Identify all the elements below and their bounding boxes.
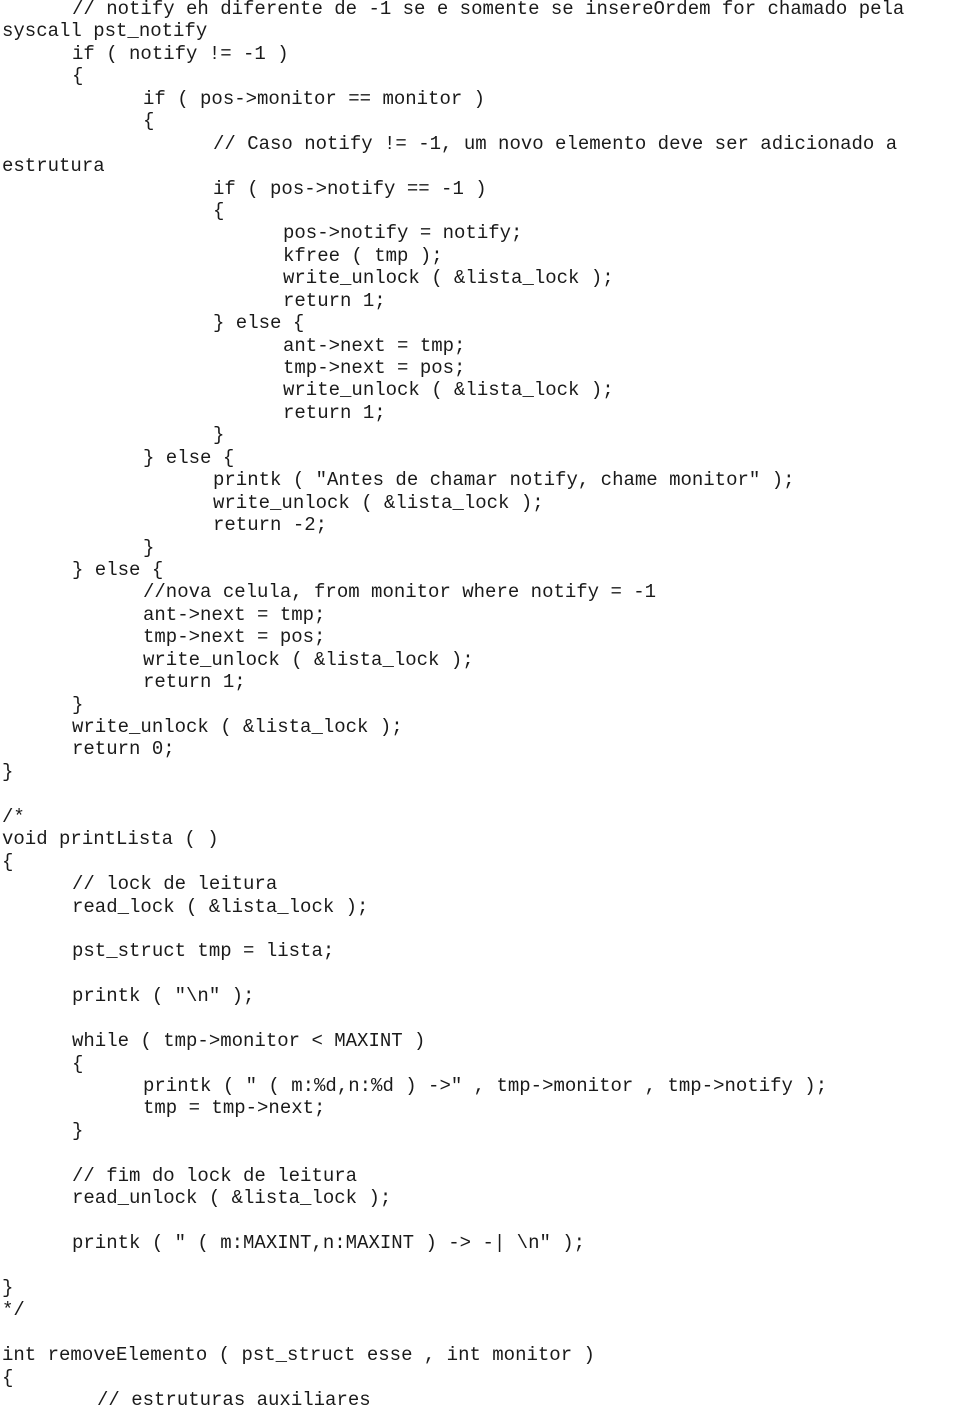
code-line: } xyxy=(143,536,155,559)
code-line: } else { xyxy=(72,558,164,581)
code-line: { xyxy=(72,1052,84,1075)
code-line: return 1; xyxy=(283,401,386,424)
code-line: printk ( " ( m:MAXINT,n:MAXINT ) -> -| \… xyxy=(72,1232,586,1255)
code-line: { xyxy=(143,110,155,133)
code-line: return 1; xyxy=(283,289,386,312)
code-line: write_unlock ( &lista_lock ); xyxy=(213,491,544,514)
code-line: void printLista ( ) xyxy=(2,828,219,851)
code-line: } else { xyxy=(143,446,235,469)
code-line: pst_struct tmp = lista; xyxy=(72,940,335,963)
code-line: } xyxy=(213,424,225,447)
code-line: } xyxy=(2,760,14,783)
code-line: // Caso notify != -1, um novo elemento d… xyxy=(213,132,898,155)
code-line: // fim do lock de leitura xyxy=(72,1164,358,1187)
code-line: } else { xyxy=(213,312,305,335)
code-line: write_unlock ( &lista_lock ); xyxy=(283,379,614,402)
code-line: tmp = tmp->next; xyxy=(143,1097,326,1120)
code-line: if ( notify != -1 ) xyxy=(72,42,289,65)
code-line: printk ( " ( m:%d,n:%d ) ->" , tmp->moni… xyxy=(143,1075,828,1097)
code-line: } xyxy=(72,693,84,716)
code-line: write_unlock ( &lista_lock ); xyxy=(283,267,614,290)
code-line: return 0; xyxy=(72,738,175,761)
code-line: syscall pst_notify xyxy=(2,20,208,43)
code-line: tmp->next = pos; xyxy=(143,626,326,649)
code-line: estrutura xyxy=(2,155,105,178)
code-line: { xyxy=(2,1366,14,1389)
code-line: return -2; xyxy=(213,514,328,537)
code-line: return 1; xyxy=(143,671,246,694)
code-line: write_unlock ( &lista_lock ); xyxy=(72,716,403,738)
code-line: kfree ( tmp ); xyxy=(283,244,443,267)
code-line: { xyxy=(2,850,14,873)
code-line: int removeElemento ( pst_struct esse , i… xyxy=(2,1344,595,1367)
code-line: pos->notify = notify; xyxy=(283,222,523,245)
code-line: //nova celula, from monitor where notify… xyxy=(143,581,657,604)
code-line: printk ( "Antes de chamar notify, chame … xyxy=(213,469,795,492)
code-line: { xyxy=(213,199,225,222)
code-line: } xyxy=(72,1119,84,1142)
code-line: // estruturas auxiliares xyxy=(97,1389,371,1412)
code-line: tmp->next = pos; xyxy=(283,357,466,379)
code-line: */ xyxy=(2,1299,25,1322)
code-line: /* xyxy=(2,805,25,828)
code-line: { xyxy=(72,65,84,88)
code-line: write_unlock ( &lista_lock ); xyxy=(143,648,474,671)
code-line: if ( pos->notify == -1 ) xyxy=(213,177,487,200)
code-line: ant->next = tmp; xyxy=(143,603,326,626)
code-line: // lock de leitura xyxy=(72,873,278,896)
code-line: ant->next = tmp; xyxy=(283,334,466,357)
code-line: } xyxy=(2,1276,14,1299)
code-line: read_lock ( &lista_lock ); xyxy=(72,895,369,918)
code-line: while ( tmp->monitor < MAXINT ) xyxy=(72,1030,426,1053)
code-line: // notify eh diferente de -1 se e soment… xyxy=(72,0,905,20)
code-line: read_unlock ( &lista_lock ); xyxy=(72,1187,392,1210)
code-line: if ( pos->monitor == monitor ) xyxy=(143,87,486,110)
code-line: printk ( "\n" ); xyxy=(72,985,255,1008)
code-document: // notify eh diferente de -1 se e soment… xyxy=(0,0,960,1412)
